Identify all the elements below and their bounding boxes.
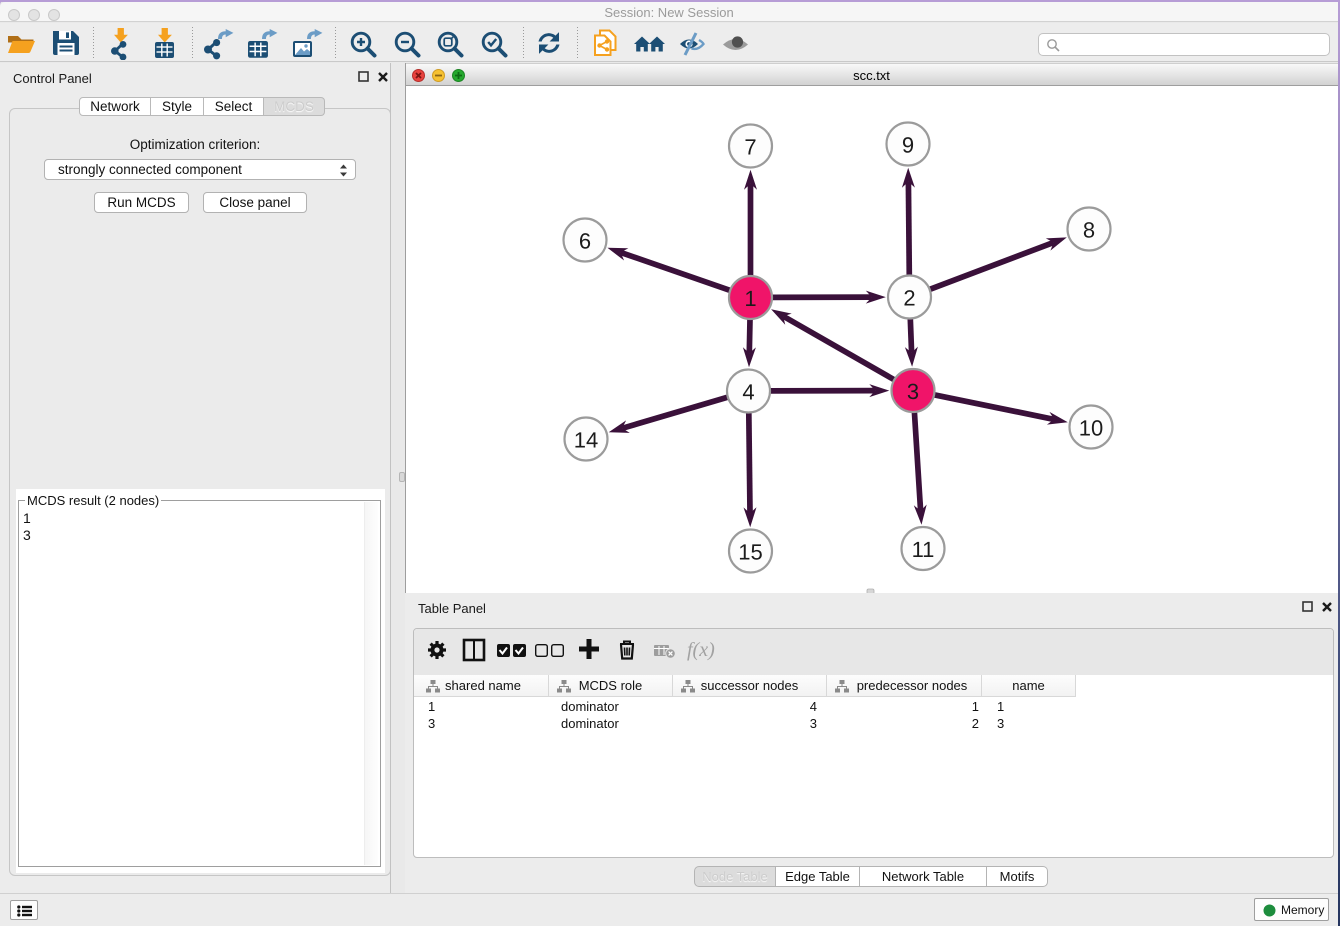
svg-text:9: 9 [902, 133, 914, 158]
svg-text:1: 1 [744, 286, 756, 311]
svg-text:7: 7 [744, 135, 756, 160]
svg-text:6: 6 [579, 229, 591, 254]
svg-text:f(x): f(x) [687, 639, 715, 661]
svg-text:3: 3 [907, 379, 919, 404]
svg-text:15: 15 [738, 540, 762, 565]
svg-text:10: 10 [1079, 416, 1103, 441]
svg-text:11: 11 [912, 537, 935, 562]
svg-text:4: 4 [742, 380, 754, 405]
svg-text:8: 8 [1083, 218, 1095, 243]
svg-text:2: 2 [903, 286, 915, 311]
svg-text:14: 14 [574, 428, 598, 453]
